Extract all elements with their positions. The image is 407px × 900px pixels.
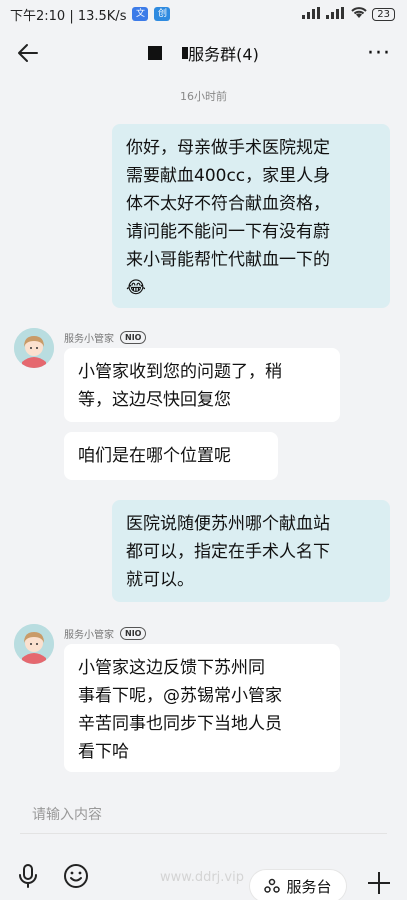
- message-line: 小管家这边反馈下苏州同: [78, 658, 265, 678]
- incoming-message[interactable]: 咱们是在哪个位置呢: [64, 432, 278, 480]
- status-right: 23: [302, 6, 395, 22]
- chat-title-text: 服务群(4): [188, 45, 259, 64]
- message-line: 就可以。: [126, 570, 194, 590]
- message-line: 需要献血400cc，家里人身: [126, 166, 331, 186]
- message-line: 小管家收到您的问题了，稍: [78, 362, 282, 382]
- more-options-button[interactable]: ···: [351, 28, 407, 78]
- outgoing-message[interactable]: 医院说随便苏州哪个献血站 都可以，指定在手术人名下 就可以。: [112, 500, 390, 602]
- plus-icon: [368, 872, 390, 894]
- status-bar: 下午2:10 | 13.5K/s 文 创 23: [0, 0, 407, 28]
- message-line: 看下哈: [78, 742, 129, 762]
- laughing-emoji: 😂: [126, 278, 146, 298]
- watermark-text: www.ddrj.vip: [160, 870, 244, 885]
- avatar[interactable]: [14, 328, 54, 368]
- smiley-icon: [64, 864, 88, 888]
- signal-icon-2: [326, 6, 346, 22]
- add-button[interactable]: [364, 868, 394, 898]
- service-icon: [264, 878, 281, 893]
- avatar-girl-icon: [14, 624, 54, 664]
- redaction-block: [148, 46, 163, 60]
- message-line: 等，这边尽快回复您: [78, 390, 231, 410]
- message-timestamp: 16小时前: [180, 90, 227, 103]
- app-notification-icon-2: 创: [154, 7, 171, 21]
- emoji-button[interactable]: [62, 862, 90, 890]
- outgoing-message[interactable]: 你好，母亲做手术医院规定 需要献血400cc，家里人身 体不太好不符合献血资格，…: [112, 124, 390, 308]
- message-line: 你好，母亲做手术医院规定: [126, 138, 330, 158]
- message-line: 来小哥能帮忙代献血一下的: [126, 250, 330, 270]
- battery-indicator: 23: [372, 7, 395, 21]
- message-line: 体不太好不符合献血资格，: [126, 194, 330, 214]
- message-input[interactable]: 请输入内容: [20, 796, 387, 834]
- sender-label: 服务小管家 NIO: [64, 626, 147, 641]
- message-line: 咱们是在哪个位置呢: [78, 446, 231, 466]
- microphone-icon: [19, 864, 37, 888]
- service-desk-button[interactable]: 服务台: [250, 870, 346, 900]
- incoming-message[interactable]: 小管家这边反馈下苏州同 事看下呢，@苏锡常小管家 辛苦同事也同步下当地人员 看下…: [64, 644, 340, 772]
- app-notification-icon: 文: [132, 7, 149, 21]
- message-line: 事看下呢，@苏锡常小管家: [78, 686, 282, 706]
- voice-button[interactable]: [14, 862, 42, 890]
- sender-name: 服务小管家: [64, 630, 114, 641]
- sender-label: 服务小管家 NIO: [64, 330, 147, 345]
- incoming-message[interactable]: 小管家收到您的问题了，稍 等，这边尽快回复您: [64, 348, 340, 422]
- message-line: 辛苦同事也同步下当地人员: [78, 714, 282, 734]
- status-left: 下午2:10 | 13.5K/s 文 创: [10, 5, 171, 24]
- message-line: 请问能不能问一下有没有蔚: [126, 222, 330, 242]
- avatar-girl-icon: [14, 328, 54, 368]
- sender-name: 服务小管家: [64, 334, 114, 345]
- wifi-icon: [350, 6, 368, 22]
- back-button[interactable]: [0, 28, 56, 78]
- message-line: 医院说随便苏州哪个献血站: [126, 514, 330, 534]
- avatar[interactable]: [14, 624, 54, 664]
- nio-badge: NIO: [120, 331, 147, 344]
- chat-title: 服务群(4): [56, 41, 351, 65]
- chat-header: 服务群(4) ···: [0, 28, 407, 78]
- service-desk-label: 服务台: [286, 877, 332, 896]
- nio-badge: NIO: [120, 627, 147, 640]
- status-time-speed: 下午2:10 | 13.5K/s: [10, 8, 127, 24]
- message-line: 都可以，指定在手术人名下: [126, 542, 330, 562]
- signal-icon: [302, 6, 322, 22]
- arrow-left-icon: [18, 44, 38, 62]
